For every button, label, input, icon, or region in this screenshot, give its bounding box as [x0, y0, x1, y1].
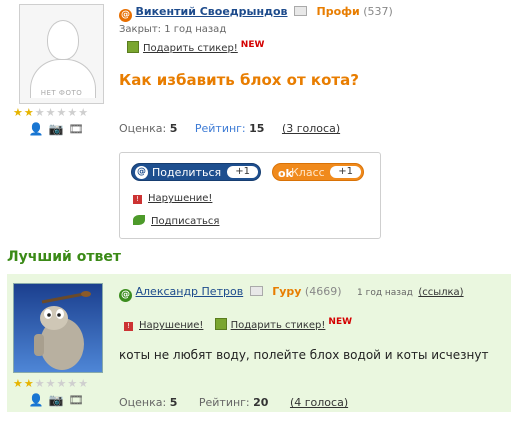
mail-at-icon: @ — [119, 289, 132, 302]
person-icon[interactable]: 👤 — [28, 393, 44, 407]
rating-value: 15 — [249, 122, 265, 135]
answer-actions-row: ! Нарушение! Подарить стикер! NEW — [124, 317, 352, 331]
person-icon[interactable]: 👤 — [28, 122, 44, 136]
mail-at-icon: @ — [119, 9, 132, 22]
subscribe-link[interactable]: Подписаться — [151, 216, 219, 227]
answer-report-violation-link[interactable]: Нарушение! — [139, 320, 203, 331]
share-button[interactable]: @ Поделиться +1 — [131, 163, 261, 181]
film-icon[interactable]: 🎞 — [68, 393, 84, 407]
question-author-points: (537) — [363, 5, 393, 18]
answer-author-avatar[interactable] — [13, 283, 103, 373]
message-icon[interactable] — [249, 286, 263, 296]
warning-icon: ! — [124, 322, 133, 331]
question-score-row: Оценка: 5 Рейтинг: 15 (3 голоса) — [119, 122, 340, 135]
share-panel: @ Поделиться +1 ok Класс +1 ! Нарушение! … — [119, 152, 381, 239]
share-count: +1 — [227, 166, 258, 178]
star-icon: ★ — [78, 106, 89, 119]
report-violation-row: ! Нарушение! — [133, 193, 212, 204]
answer-author-rank: Гуру — [272, 285, 302, 298]
answer-author-icons: 👤 📷 🎞 — [28, 393, 84, 407]
star-icon: ★ — [13, 377, 23, 390]
score-label: Оценка: — [119, 396, 167, 409]
film-icon[interactable]: 🎞 — [68, 122, 84, 136]
answer-author-line: @ Александр Петров Гуру (4669) 1 год наз… — [119, 285, 464, 302]
mail-at-icon: @ — [135, 166, 148, 179]
gift-icon — [214, 318, 227, 330]
star-icon: ★ — [34, 377, 45, 390]
question-closed-status: Закрыт: 1 год назад — [119, 24, 227, 35]
answer-time: 1 год назад — [357, 288, 413, 298]
best-answer-heading: Лучший ответ — [7, 249, 121, 265]
question-author-icons: 👤 📷 🎞 — [28, 122, 84, 136]
odnoklassniki-icon: ok — [278, 167, 293, 180]
gift-icon — [127, 41, 139, 53]
star-icon: ★ — [78, 377, 89, 390]
rating-value: 20 — [253, 396, 269, 409]
star-icon: ★ — [13, 106, 23, 119]
report-violation-link[interactable]: Нарушение! — [148, 193, 212, 204]
star-icon: ★ — [23, 377, 34, 390]
answer-permalink[interactable]: (ссылка) — [418, 287, 463, 298]
question-author-stars: ★ ★ ★ ★ ★ ★ ★ — [13, 107, 88, 118]
votes-link[interactable]: (3 голоса) — [282, 122, 340, 135]
warning-icon: ! — [133, 195, 142, 204]
avatar-image — [14, 284, 102, 372]
score-value: 5 — [169, 122, 178, 135]
answer-score-row: Оценка: 5 Рейтинг: 20 (4 голоса) — [119, 396, 348, 409]
star-icon: ★ — [67, 106, 78, 119]
class-count: +1 — [330, 166, 361, 178]
camera-icon[interactable]: 📷 — [48, 393, 64, 407]
votes-link[interactable]: (4 голоса) — [290, 396, 348, 409]
avatar-head-silhouette — [47, 20, 79, 60]
answer-gift-sticker-link[interactable]: Подарить стикер! — [231, 320, 326, 331]
score-value: 5 — [169, 396, 178, 409]
question-author-line: @ Викентий Своедрындов Профи (537) — [119, 5, 393, 22]
message-icon[interactable] — [294, 6, 307, 16]
answer-author-stars: ★ ★ ★ ★ ★ ★ ★ — [13, 378, 88, 389]
gift-sticker-link[interactable]: Подарить стикер! — [143, 43, 238, 54]
star-icon: ★ — [34, 106, 45, 119]
answer-author-points: (4669) — [304, 285, 342, 298]
new-badge: NEW — [240, 40, 265, 50]
rating-label: Рейтинг: — [194, 122, 246, 135]
star-icon: ★ — [56, 377, 67, 390]
share-button-label: Поделиться — [152, 166, 222, 179]
answer-author-name[interactable]: Александр Петров — [136, 285, 244, 298]
question-author-name[interactable]: Викентий Своедрындов — [136, 5, 288, 18]
star-icon: ★ — [45, 377, 56, 390]
star-icon: ★ — [23, 106, 34, 119]
star-icon: ★ — [67, 377, 78, 390]
star-icon: ★ — [45, 106, 56, 119]
subscribe-row: Подписаться — [133, 215, 219, 227]
question-author-rank: Профи — [316, 5, 360, 18]
star-icon: ★ — [56, 106, 67, 119]
rating-label: Рейтинг: — [198, 396, 250, 409]
score-label: Оценка: — [119, 122, 167, 135]
subscribe-icon — [133, 215, 145, 225]
class-button[interactable]: ok Класс +1 — [272, 163, 364, 181]
question-author-avatar[interactable]: НЕТ ФОТО — [19, 4, 104, 104]
answer-text: коты не любят воду, полейте блох водой и… — [119, 348, 489, 362]
question-gift-row: Подарить стикер! NEW — [127, 40, 264, 54]
no-photo-caption: НЕТ ФОТО — [40, 89, 83, 97]
camera-icon[interactable]: 📷 — [48, 122, 64, 136]
class-button-label: Класс — [291, 166, 325, 179]
question-title: Как избавить блох от кота? — [119, 71, 359, 89]
new-badge: NEW — [328, 317, 353, 327]
